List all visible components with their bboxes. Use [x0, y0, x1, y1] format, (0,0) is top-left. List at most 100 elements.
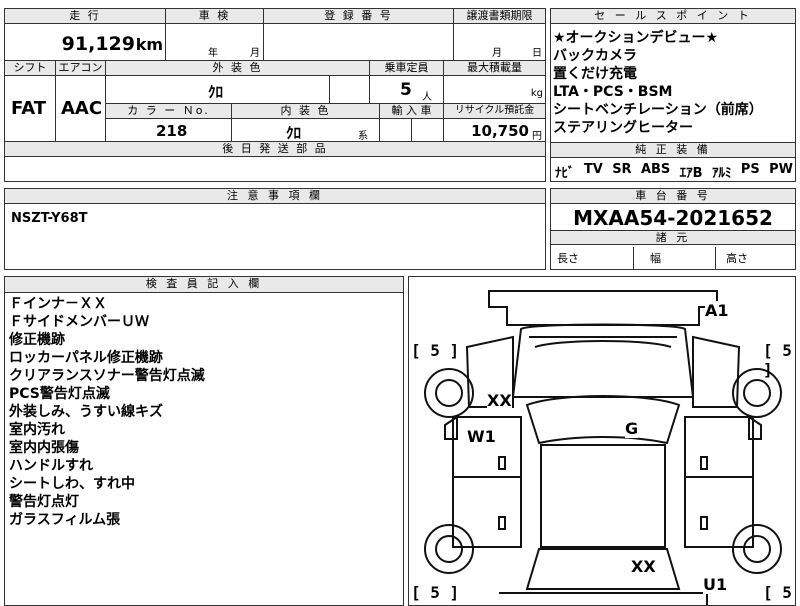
inspector-line: シートしわ、すれ中 — [9, 476, 135, 492]
capacity-cell: 5 人 — [369, 76, 443, 104]
inspector-line: 外装しみ、うすい線キズ — [9, 404, 163, 420]
transfer-month: 月 — [492, 48, 502, 59]
handle — [498, 516, 506, 530]
inspector-line: ＦサイドメンバーＵＷ — [9, 314, 149, 330]
rear-window — [525, 548, 681, 590]
reg-label: 登 録 番 号 — [263, 9, 453, 24]
interior-label: 内 装 色 — [231, 104, 379, 119]
height-cell: 高さ — [715, 247, 795, 269]
reg-cell — [263, 24, 453, 61]
fender-right — [692, 335, 741, 408]
transfer-cell: 月 日 — [453, 24, 545, 61]
aircon-cell: AAC — [55, 76, 105, 142]
tire-value: 5 — [782, 341, 792, 360]
tire-tread-front-left: [ 5 ] — [411, 341, 460, 360]
aircon-value: AAC — [61, 98, 103, 119]
damage-mark: W1 — [467, 427, 496, 446]
recycle-cell: 10,750 円 — [443, 119, 545, 142]
exterior-value: ｸﾛ — [208, 83, 224, 101]
inspector-line: 室内内張傷 — [9, 440, 79, 456]
handle — [498, 456, 506, 470]
equipment-item: ｴｱB — [679, 166, 703, 181]
aircon-label: エアコン — [55, 61, 105, 76]
width-cell: 幅 — [633, 247, 715, 269]
front-bumper — [488, 290, 718, 326]
colorno-value: 218 — [156, 122, 188, 140]
notes-text: NSZT-Y68T — [11, 211, 88, 226]
wheel-rear-right — [732, 524, 782, 574]
damage-mark: G — [625, 419, 639, 438]
equipment-item: ｱﾙﾐ — [711, 166, 732, 181]
vehicle-info-block: 走 行 車 検 登 録 番 号 譲渡書類期限 91,129 km 年 月 月 日… — [4, 8, 546, 182]
load-unit: kg — [530, 88, 543, 99]
inspector-line: ロッカーパネル修正機跡 — [9, 350, 163, 366]
dims-label: 諸 元 — [551, 230, 795, 245]
car-diagram-block: [ 5 ] [ 5 ] [ 5 ] [ 5 ] A1 XX W1 G XX U1 — [408, 276, 796, 606]
recycle-unit: 円 — [532, 131, 542, 142]
hub-rear-right — [743, 535, 771, 563]
import-cell-a — [379, 119, 411, 142]
tire-value: 5 — [430, 341, 440, 360]
sales-line: シートベンチレーション（前席） — [553, 102, 763, 118]
mileage-unit: km — [135, 35, 163, 54]
transfer-label: 譲渡書類期限 — [453, 9, 545, 24]
sales-point-block: セ ー ル ス ポ イ ン ト ★オークションデビュー★ バックカメラ 置くだけ… — [550, 8, 796, 182]
sales-point-label: セ ー ル ス ポ イ ン ト — [551, 9, 795, 24]
interior-value: ｸﾛ — [286, 124, 302, 142]
notes-block: 注 意 事 項 欄 NSZT-Y68T — [4, 188, 546, 270]
capacity-value: 5 — [400, 80, 412, 100]
inspector-line: 室内汚れ — [9, 422, 65, 438]
damage-mark: U1 — [703, 575, 728, 594]
width-label: 幅 — [650, 252, 661, 265]
tire-value: 5 — [782, 583, 792, 602]
load-label: 最大積載量 — [443, 61, 545, 76]
transfer-day: 日 — [532, 48, 542, 59]
import-label: 輸 入 車 — [379, 104, 443, 119]
mileage-value: 91,129 — [61, 33, 135, 55]
sales-line: LTA・PCS・BSM — [553, 84, 673, 100]
mileage-label: 走 行 — [5, 9, 165, 24]
shaken-cell: 年 月 — [165, 24, 263, 61]
inspector-line: ガラスフィルム張 — [9, 512, 121, 528]
later-parts-cell — [5, 157, 545, 181]
equipment-label: 純 正 装 備 — [551, 142, 795, 158]
roof — [540, 444, 666, 548]
hub-front-left — [435, 379, 463, 407]
handle — [700, 516, 708, 530]
mileage-cell: 91,129 km — [5, 24, 165, 61]
interior-suffix: 系 — [358, 131, 368, 142]
shift-value: FAT — [11, 98, 47, 119]
recycle-value: 10,750 — [471, 122, 529, 140]
later-parts-label: 後 日 発 送 部 品 — [5, 142, 545, 157]
inspector-line: PCS警告灯点滅 — [9, 386, 110, 402]
interior-cell: ｸﾛ 系 — [231, 119, 379, 142]
inspector-line: ハンドルすれ — [9, 458, 93, 474]
colorno-cell: 218 — [105, 119, 231, 142]
doors-right — [684, 416, 754, 548]
damage-mark: XX — [631, 557, 656, 576]
equipment-item: ﾅﾋﾞ — [555, 166, 575, 181]
shift-label: シフト — [5, 61, 55, 76]
inspector-line: クリアランスソナー警告灯点滅 — [9, 368, 205, 384]
recycle-label: リサイクル預託金 — [443, 104, 545, 119]
inspector-label: 検 査 員 記 入 欄 — [5, 277, 403, 293]
grille-line — [534, 340, 672, 348]
mirror-right — [748, 415, 762, 440]
exterior-label: 外 装 色 — [105, 61, 369, 76]
wheel-rear-left — [424, 524, 474, 574]
shift-cell: FAT — [5, 76, 55, 142]
equipment-item: TV — [583, 162, 603, 177]
tire-tread-rear-right: [ 5 ] — [763, 583, 792, 605]
shaken-year: 年 — [208, 48, 218, 59]
tire-tread-rear-left: [ 5 ] — [411, 583, 460, 602]
inspector-lines: Ｆインナ－ＸＸ ＦサイドメンバーＵＷ 修正機跡 ロッカーパネル修正機跡 クリアラ… — [9, 295, 205, 529]
import-cell-b — [411, 119, 443, 142]
inspector-line: 修正機跡 — [9, 332, 65, 348]
damage-mark: XX — [487, 391, 512, 410]
colorno-label: カ ラ ー Ｎo. — [105, 104, 231, 119]
load-cell: kg — [443, 76, 545, 104]
wheel-front-left — [424, 368, 474, 418]
windshield — [525, 395, 681, 445]
exterior-cell: ｸﾛ — [105, 76, 329, 104]
chassis-label: 車 台 番 号 — [551, 189, 795, 204]
